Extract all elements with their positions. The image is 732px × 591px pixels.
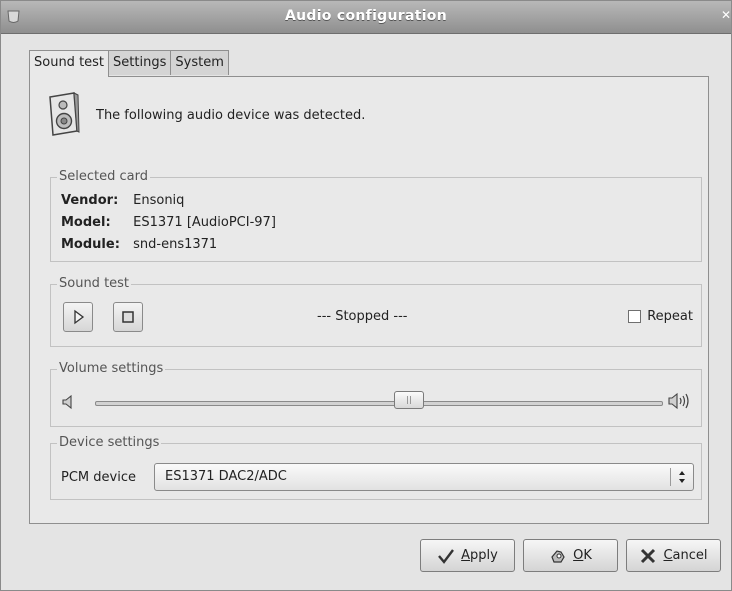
model-row: Model: ES1371 [AudioPCI-97] [61,215,276,230]
device-settings-frame: Device settings PCM device ES1371 DAC2/A… [50,435,702,500]
speaker-icon [49,92,80,136]
vendor-label: Vendor: [61,193,119,208]
cancel-x-icon [641,548,656,563]
vendor-value: Ensoniq [133,193,185,208]
tab-settings[interactable]: Settings [108,50,172,75]
title-bar[interactable]: Audio configuration ✕ [1,1,731,34]
pcm-device-value: ES1371 DAC2/ADC [165,469,287,484]
module-value: snd-ens1371 [133,237,218,252]
ok-hand-icon [551,549,565,563]
sound-test-title: Sound test [57,276,132,291]
volume-low-icon [62,394,72,410]
apply-button[interactable]: Apply [420,539,515,572]
ok-label: OK [573,548,592,563]
close-icon[interactable]: ✕ [721,8,731,26]
sound-test-panel: The following audio device was detected.… [29,76,709,524]
playback-status: --- Stopped --- [317,309,408,324]
repeat-label[interactable]: Repeat [647,309,693,324]
stop-button[interactable] [113,302,143,332]
model-value: ES1371 [AudioPCI-97] [133,215,276,230]
repeat-checkbox[interactable]: Repeat [628,309,693,324]
volume-settings-frame: Volume settings [50,361,702,427]
tab-bar: Sound test Settings System [29,50,229,77]
cancel-label: Cancel [663,548,708,563]
up-down-arrows-icon [679,471,685,483]
volume-settings-title: Volume settings [57,361,166,376]
checkmark-icon [438,548,455,564]
model-label: Model: [61,215,111,230]
module-row: Module: snd-ens1371 [61,237,217,252]
tab-system[interactable]: System [170,50,229,75]
ok-button[interactable]: OK [523,539,618,572]
vendor-row: Vendor: Ensoniq [61,193,184,208]
detected-message: The following audio device was detected. [96,108,366,123]
window-title: Audio configuration [284,8,447,24]
selected-card-title: Selected card [57,169,150,184]
stop-icon [122,311,134,323]
volume-slider-handle[interactable] [394,391,424,409]
volume-high-icon [668,392,689,410]
selected-card-frame: Selected card Vendor: Ensoniq Model: ES1… [50,169,702,262]
sound-test-frame: Sound test --- Stopped --- Repeat [50,276,702,347]
pcm-device-select[interactable]: ES1371 DAC2/ADC [154,463,694,491]
apply-label: Apply [461,548,498,563]
combo-separator [670,468,671,486]
tab-sound-test[interactable]: Sound test [29,50,110,77]
audio-config-window: Audio configuration ✕ Sound test Setting… [0,0,732,591]
pcm-device-label: PCM device [61,470,136,485]
cancel-button[interactable]: Cancel [626,539,721,572]
volume-slider-track[interactable] [95,401,663,406]
play-icon [74,309,85,325]
repeat-checkbox-box[interactable] [628,310,642,323]
module-label: Module: [61,237,120,252]
device-settings-title: Device settings [57,435,162,450]
play-button[interactable] [63,302,93,332]
